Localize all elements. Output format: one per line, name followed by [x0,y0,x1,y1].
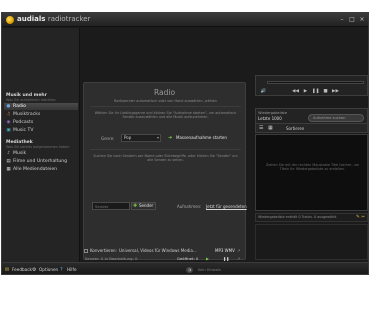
start-mass-recording-label: Massenaufnahme starten [176,135,227,140]
feedback-button[interactable]: ✉ Feedback [5,266,32,274]
hint-bar: ◑ Kein Hinweis [182,266,256,274]
next-button[interactable]: ▶▶ [332,89,339,95]
sidebar-item-label: Musik [13,151,27,156]
audials-logo-icon [6,16,14,24]
page-title: Radio [153,88,176,97]
search-hint: Suchen Sie nach Sendern per Name oder St… [93,154,238,163]
play-arrow-icon: ➜ [168,135,173,141]
find-recording-button[interactable]: Aufnahme suchen [308,114,364,122]
station-search-button[interactable]: ✚ Sender [131,202,156,210]
stop-button[interactable]: ■ [322,89,329,95]
chevron-down-icon: ▾ [156,135,159,140]
list-status-text: Wiedergabeliste enthält 0 Tracks. 0 ausg… [258,215,338,219]
playlist-list[interactable]: Ziehen Sie mit der rechten Maustaste Tit… [255,134,368,211]
app-title-brand: audials [17,15,46,23]
sidebar-item-music-tv[interactable]: ▣ Music TV [4,127,78,134]
tv-icon: ▣ [6,127,11,133]
files-icon: ▦ [6,166,11,172]
music-icon: ♪ [7,150,10,156]
sidebar-section-library-hint: Was Sie bereits aufgenommen haben [6,145,70,149]
empty-list-hint: Ziehen Sie mit der rechten Maustaste Tit… [265,163,360,172]
podcast-icon: ◉ [6,119,11,125]
convert-bar: Konvertieren: Universal, Videos für Wind… [83,247,246,255]
divider [90,149,241,150]
sidebar-item-podcasts[interactable]: ◉ Podcasts [4,119,78,126]
volume-icon[interactable]: 🔊 [260,89,267,95]
right-bottom-panel [255,224,368,260]
options-button[interactable]: ⚙ Optionen [32,266,58,274]
convert-formats[interactable]: MP3 WMV [215,247,235,255]
options-label: Optionen [39,267,59,272]
sidebar-item-label: Filme und Unterhaltung [13,159,68,164]
app-window: audials radiotracker – □ × Musik und meh… [1,12,369,275]
app-title-product: radiotracker [47,15,91,23]
playlist-label: Wiedergabeliste [258,111,288,115]
help-label: Hilfe [67,267,77,272]
sidebar-item-label: Radio [13,104,26,109]
note-icon: ♫ [6,111,11,117]
bottom-bar: ✉ Feedback ⚙ Optionen ? Hilfe ◑ Kein Hin… [2,262,368,274]
sidebar-item-alle-mediendateien[interactable]: ▦ Alle Mediendateien [4,166,78,173]
station-search-input[interactable] [92,202,130,210]
player-controls: 🔊 ◀◀ ▶ ❚❚ ■ ▶▶ [255,75,368,96]
convert-profile[interactable]: Universal, Videos für Windows Media... [119,247,197,255]
sidebar-item-label: Musiktracks [13,112,41,117]
sidebar-item-label: Music TV [13,128,34,133]
hint-text: Kein Hinweis [198,268,221,272]
feedback-label: Feedback [12,267,32,272]
sidebar-item-label: Podcasts [13,120,34,125]
recordings-label: Aufnahmen: [177,204,202,209]
feedback-icon: ✉ [5,267,10,273]
radio-hint: Radiosender automatisch oder von Hand au… [114,99,217,103]
start-mass-recording-button[interactable]: ➜ Massenaufnahme starten [167,134,235,142]
sort-dropdown[interactable]: Sortieren [286,126,304,131]
radio-panel: Radio Radiosender automatisch oder von H… [83,82,247,260]
sidebar-item-radio[interactable]: ● Radio [4,103,78,110]
title-bar: audials radiotracker – □ × [2,13,368,27]
sidebar-item-musiktracks[interactable]: ♫ Musiktracks [4,111,78,118]
convert-label: Konvertieren: [90,248,117,253]
genre-select[interactable]: Pop ▾ [121,134,161,142]
divider [90,106,241,107]
sidebar-item-filme[interactable]: ▤ Filme und Unterhaltung [4,158,78,165]
grid-icon[interactable]: ▦ [268,125,273,131]
sidebar: Musik und mehr Was Sie aufnehmen möchten… [2,28,80,262]
help-button[interactable]: ? Hilfe [60,266,77,274]
help-icon: ? [60,267,63,273]
edit-tools-icon[interactable]: ✎ ✂ [356,214,365,221]
station-search-label: Sender [139,203,154,208]
gear-icon: ⚙ [32,267,37,273]
genre-hint: Wählen Sie Ihr Lieblingsgenre und klicke… [94,111,237,120]
playlist-select[interactable]: Letzte 1000 [258,116,282,121]
genre-select-value: Pop [124,135,132,140]
search-icon: ✚ [133,203,138,209]
pause-button[interactable]: ❚❚ [312,89,320,95]
hint-toggle-icon[interactable]: ◑ [186,267,193,273]
recordings-link[interactable]: Jetzt für gesendeten [206,204,247,209]
arrow-up-icon[interactable]: ↗ [237,247,240,255]
playback-progress-bar[interactable] [267,81,364,84]
list-status-bar: Wiedergabeliste enthält 0 Tracks. 0 ausg… [255,213,368,222]
minimize-button[interactable]: – [338,16,346,23]
list-toolbar: ☰ ▦ Sortieren [255,123,368,133]
film-icon: ▤ [6,158,11,164]
genre-label: Genre: [101,136,115,141]
play-button[interactable]: ▶ [302,89,309,95]
sidebar-item-musik[interactable]: ♪ Musik [4,150,78,157]
sidebar-item-label: Alle Mediendateien [13,167,58,172]
sidebar-section-music-hint: Was Sie aufnehmen möchten [6,98,56,102]
app-title: audials radiotracker [17,15,90,23]
list-icon[interactable]: ☰ [259,125,263,131]
convert-checkbox[interactable] [84,249,88,253]
close-button[interactable]: × [358,16,366,23]
radio-icon: ● [6,103,11,109]
maximize-button[interactable]: □ [348,16,356,23]
previous-button[interactable]: ◀◀ [292,89,299,95]
